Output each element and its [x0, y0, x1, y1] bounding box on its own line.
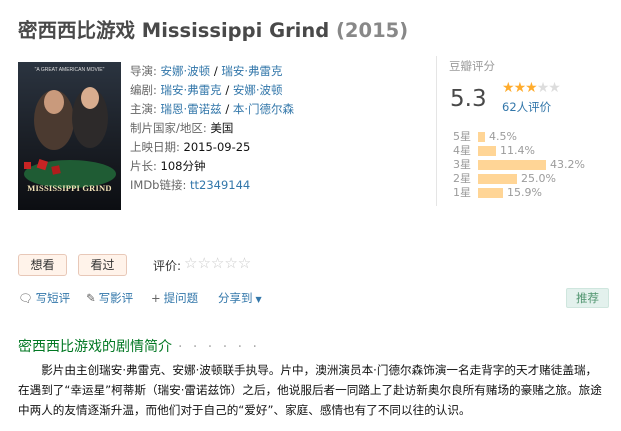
movie-title: 密西西比游戏 Mississippi Grind: [18, 19, 330, 42]
star-icon: ★: [536, 80, 550, 96]
rating-bar-label: 4星: [453, 144, 471, 157]
movie-info: 导演: 安娜·波顿 / 瑞安·弗雷克 编剧: 瑞安·弗雷克 / 安娜·波顿 主演…: [130, 62, 430, 195]
share-button[interactable]: 分享到 ▼: [218, 290, 262, 306]
rating-bar-row: 5星 4.5%: [449, 130, 609, 144]
synopsis-text: 影片由主创瑞安·弗雷克、安娜·波顿联手执导。片中，澳洲演员本·门德尔森饰演一名走…: [18, 363, 602, 417]
director-link[interactable]: 瑞安·弗雷克: [221, 64, 282, 78]
rating-bar-row: 1星 15.9%: [449, 186, 609, 200]
rating-bar-row: 4星 11.4%: [449, 144, 609, 158]
divider: [436, 56, 437, 206]
info-cast: 主演: 瑞恩·雷诺兹 / 本·门德尔森: [130, 102, 295, 116]
rating-bar-label: 1星: [453, 186, 471, 199]
imdb-link[interactable]: tt2349144: [190, 178, 250, 192]
rating-bar: [478, 146, 496, 156]
rate-label: 评价:: [153, 259, 182, 273]
rating-bar-label: 5星: [453, 130, 471, 143]
plus-icon: +: [151, 291, 161, 305]
star-icon: ★: [525, 80, 538, 96]
movie-year: (2015): [336, 19, 409, 42]
rating-bar-row: 2星 25.0%: [449, 172, 609, 186]
synopsis-heading: 密西西比游戏的剧情简介 · · · · · ·: [18, 339, 260, 355]
writer-link[interactable]: 安娜·波顿: [233, 83, 283, 97]
ask-question-button[interactable]: + 提问题: [151, 290, 198, 306]
seen-button[interactable]: 看过: [78, 254, 127, 276]
want-button[interactable]: 想看: [18, 254, 67, 276]
pencil-icon: ✎: [86, 291, 96, 305]
cast-link[interactable]: 本·门德尔森: [233, 102, 294, 116]
chevron-down-icon: ▼: [255, 295, 262, 304]
star-icon: ★: [502, 80, 515, 96]
rating-bar-percent: 11.4%: [500, 144, 535, 157]
writer-link[interactable]: 瑞安·弗雷克: [161, 83, 222, 97]
page-title: 密西西比游戏 Mississippi Grind (2015): [18, 14, 408, 43]
poster-title: MISSISSIPPI GRIND: [27, 183, 112, 193]
speech-bubble-icon: 🗨︎: [18, 291, 33, 305]
rating-bar: [478, 188, 503, 198]
rating-bar: [478, 174, 517, 184]
rating-panel: 豆瓣评分 5.3 ★★★★★ 62人评价 5星 4.5% 4星 11.4% 3星 43.2…: [449, 58, 609, 199]
info-release: 上映日期: 2015-09-25: [130, 140, 251, 154]
rating-bar-label: 2星: [453, 172, 471, 185]
rating-bar: [478, 132, 485, 142]
rating-bar-percent: 15.9%: [507, 186, 542, 199]
rate-stars-icon[interactable]: ☆☆☆☆☆: [184, 254, 251, 272]
rating-score: 5.3: [450, 86, 487, 112]
rating-bar: [478, 160, 546, 170]
info-country: 制片国家/地区: 美国: [130, 121, 234, 135]
rating-stars-icon: ★★★★★: [502, 80, 561, 96]
write-review-button[interactable]: 🗨︎ 写短评: [18, 290, 70, 306]
votes-link[interactable]: 62人评价: [502, 99, 551, 115]
movie-poster[interactable]: "A GREAT AMERICAN MOVIE" MISSISSIPPI GRI…: [18, 62, 121, 210]
rating-bar-label: 3星: [453, 158, 471, 171]
info-imdb: IMDb链接: tt2349144: [130, 178, 251, 192]
info-runtime: 片长: 108分钟: [130, 159, 206, 173]
poster-caption: "A GREAT AMERICAN MOVIE": [34, 67, 105, 73]
rating-bar-percent: 4.5%: [489, 130, 517, 143]
cast-link[interactable]: 瑞恩·雷诺兹: [161, 102, 222, 116]
rating-bar-percent: 25.0%: [521, 172, 556, 185]
rating-bar-row: 3星 43.2%: [449, 158, 609, 172]
rating-label: 豆瓣评分: [449, 59, 495, 73]
star-icon: ★: [513, 80, 527, 96]
info-director: 导演: 安娜·波顿 / 瑞安·弗雷克: [130, 64, 283, 78]
recommend-button[interactable]: 推荐: [566, 288, 609, 308]
star-icon: ★: [548, 80, 561, 96]
info-writer: 编剧: 瑞安·弗雷克 / 安娜·波顿: [130, 83, 283, 97]
rating-distribution: 5星 4.5% 4星 11.4% 3星 43.2% 2星 25.0% 1星 15.9%: [449, 130, 609, 200]
rating-bar-percent: 43.2%: [550, 158, 585, 171]
director-link[interactable]: 安娜·波顿: [161, 64, 211, 78]
write-long-review-button[interactable]: ✎ 写影评: [86, 290, 133, 306]
